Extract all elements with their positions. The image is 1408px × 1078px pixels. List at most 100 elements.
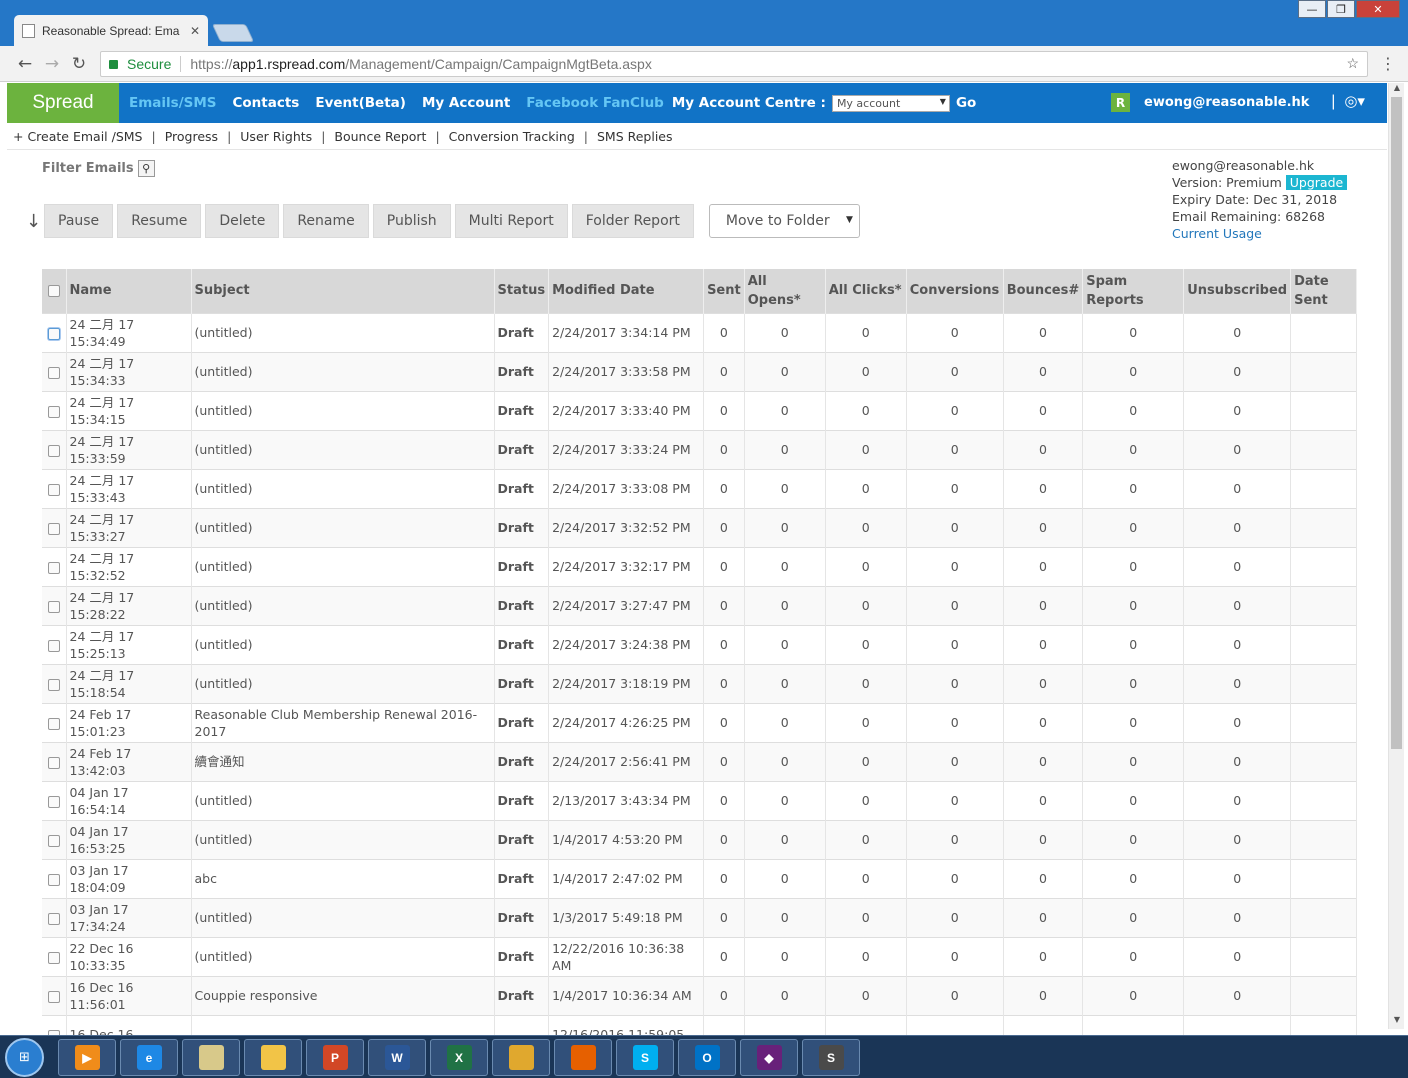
col-conversions[interactable]: Conversions <box>906 269 1004 313</box>
table-row[interactable]: 03 Jan 17 18:04:09 abc Draft 1/4/2017 2:47:0… <box>42 858 1358 898</box>
row-name[interactable]: 24 二月 17 15:33:27 <box>66 507 192 547</box>
table-row[interactable]: 24 二月 17 15:33:59 (untitled) Draft 2/24/2017… <box>42 429 1358 469</box>
row-checkbox[interactable] <box>48 366 60 379</box>
nav-my-account[interactable]: My Account <box>422 95 510 111</box>
nav-contacts[interactable]: Contacts <box>233 95 300 111</box>
minimize-icon[interactable]: — <box>1298 0 1326 18</box>
subnav-conversion-tracking[interactable]: Conversion Tracking <box>449 129 575 144</box>
close-window-icon[interactable]: ✕ <box>1356 0 1400 18</box>
row-checkbox[interactable] <box>48 795 60 808</box>
new-tab-button[interactable] <box>211 24 255 42</box>
select-all-checkbox[interactable] <box>48 284 60 297</box>
start-button-icon[interactable]: ⊞ <box>5 1038 44 1077</box>
subnav-progress[interactable]: Progress <box>165 129 218 144</box>
col-date-sent[interactable]: Date Sent <box>1290 269 1358 313</box>
row-name[interactable]: 24 二月 17 15:32:52 <box>66 546 192 586</box>
row-checkbox[interactable] <box>48 600 60 613</box>
current-usage-link[interactable]: Current Usage <box>1172 225 1347 242</box>
row-checkbox[interactable] <box>48 678 60 691</box>
table-row[interactable]: 24 二月 17 15:34:33 (untitled) Draft 2/24/2017… <box>42 351 1358 391</box>
row-checkbox[interactable] <box>48 717 60 730</box>
rename-button[interactable]: Rename <box>283 204 369 238</box>
col-unsubscribed[interactable]: Unsubscribed <box>1183 269 1292 313</box>
row-checkbox[interactable] <box>48 405 60 418</box>
subnav-sms-replies[interactable]: SMS Replies <box>597 129 673 144</box>
row-checkbox[interactable] <box>48 522 60 535</box>
row-checkbox[interactable] <box>48 990 60 1003</box>
filter-emails[interactable]: Filter Emails ⚲ <box>42 160 155 177</box>
subnav-create-email-sms[interactable]: + Create Email /SMS <box>13 129 142 144</box>
row-name[interactable]: 24 二月 17 15:34:33 <box>66 351 192 391</box>
row-name[interactable]: 24 二月 17 15:18:54 <box>66 663 192 703</box>
table-row[interactable]: 24 二月 17 15:18:54 (untitled) Draft 2/24/2017… <box>42 663 1358 703</box>
row-name[interactable]: 24 Feb 17 15:01:23 <box>66 702 192 742</box>
subnav-bounce-report[interactable]: Bounce Report <box>334 129 426 144</box>
browser-menu-icon[interactable]: ⋮ <box>1380 54 1396 73</box>
col-sent[interactable]: Sent <box>703 269 745 313</box>
nav-emails-sms[interactable]: Emails/SMS <box>129 95 217 111</box>
table-row[interactable]: 24 二月 17 15:34:15 (untitled) Draft 2/24/2017… <box>42 390 1358 430</box>
publish-button[interactable]: Publish <box>372 204 451 238</box>
taskbar-word-icon[interactable]: W <box>368 1039 426 1076</box>
col-bounces[interactable]: Bounces# <box>1003 269 1084 313</box>
taskbar-media-player-icon[interactable]: ▶ <box>58 1039 116 1076</box>
col-name[interactable]: Name <box>66 269 192 313</box>
taskbar-internet-explorer-icon[interactable]: e <box>120 1039 178 1076</box>
col-status[interactable]: Status <box>494 269 550 313</box>
scrollbar-thumb[interactable] <box>1391 97 1402 749</box>
table-row[interactable]: 24 二月 17 15:32:52 (untitled) Draft 2/24/2017… <box>42 546 1358 586</box>
table-row[interactable]: 24 Feb 17 13:42:03 續會通知 Draft 2/24/2017 2:56… <box>42 741 1358 781</box>
upgrade-button[interactable]: Upgrade <box>1285 175 1348 190</box>
taskbar-chrome-icon[interactable] <box>492 1039 550 1076</box>
row-name[interactable]: 24 二月 17 15:33:59 <box>66 429 192 469</box>
folder-report-button[interactable]: Folder Report <box>571 204 694 238</box>
col-spam-reports[interactable]: Spam Reports <box>1082 269 1185 313</box>
row-name[interactable]: 24 Feb 17 13:42:03 <box>66 741 192 781</box>
resume-button[interactable]: Resume <box>117 204 202 238</box>
account-select[interactable]: My account <box>831 94 950 112</box>
table-row[interactable]: 03 Jan 17 17:34:24 (untitled) Draft 1/3/2017… <box>42 897 1358 937</box>
user-menu[interactable]: R ewong@reasonable.hk <box>1111 93 1309 112</box>
taskbar-folder-icon[interactable] <box>244 1039 302 1076</box>
pause-button[interactable]: Pause <box>44 204 114 238</box>
row-name[interactable]: 24 二月 17 15:25:13 <box>66 624 192 664</box>
scroll-up-icon[interactable]: ▲ <box>1389 83 1405 97</box>
row-checkbox[interactable] <box>48 873 60 886</box>
delete-button[interactable]: Delete <box>205 204 280 238</box>
table-row[interactable]: 22 Dec 16 10:33:35 (untitled) Draft 12/22/20… <box>42 936 1358 976</box>
nav-facebook-fanclub[interactable]: Facebook FanClub <box>526 95 664 111</box>
browser-tab[interactable]: Reasonable Spread: Ema ✕ <box>14 15 208 46</box>
multi-report-button[interactable]: Multi Report <box>454 204 568 238</box>
taskbar-firefox-icon[interactable] <box>554 1039 612 1076</box>
table-row[interactable]: 04 Jan 17 16:53:25 (untitled) Draft 1/4/2017… <box>42 819 1358 859</box>
row-name[interactable]: 24 二月 17 15:34:15 <box>66 390 192 430</box>
scroll-down-icon[interactable]: ▼ <box>1389 1015 1405 1029</box>
row-checkbox[interactable] <box>48 834 60 847</box>
taskbar-visual-studio-icon[interactable]: ◆ <box>740 1039 798 1076</box>
row-name[interactable]: 16 Dec 16 11:56:01 <box>66 975 192 1015</box>
row-name[interactable]: 03 Jan 17 17:34:24 <box>66 897 192 937</box>
bookmark-star-icon[interactable]: ☆ <box>1346 55 1359 72</box>
table-row[interactable]: 24 二月 17 15:33:27 (untitled) Draft 2/24/2017… <box>42 507 1358 547</box>
globe-language-icon[interactable]: ❘ ◎▾ <box>1327 92 1365 110</box>
row-checkbox[interactable] <box>48 639 60 652</box>
back-icon[interactable]: ← <box>14 54 36 74</box>
row-checkbox[interactable] <box>48 444 60 457</box>
taskbar-outlook-icon[interactable]: O <box>678 1039 736 1076</box>
forward-icon[interactable]: → <box>41 54 63 74</box>
page-scrollbar[interactable]: ▲ ▼ <box>1388 83 1404 1029</box>
table-row[interactable]: 24 二月 17 15:34:49 (untitled) Draft 2/24/2017… <box>42 312 1358 352</box>
table-row[interactable]: 24 Feb 17 15:01:23 Reasonable Club Members… <box>42 702 1358 742</box>
col-all-opens[interactable]: All Opens* <box>744 269 826 313</box>
row-checkbox[interactable] <box>48 561 60 574</box>
row-name[interactable]: 04 Jan 17 16:54:14 <box>66 780 192 820</box>
tab-close-icon[interactable]: ✕ <box>190 24 200 38</box>
row-name[interactable]: 24 二月 17 15:34:49 <box>66 312 192 352</box>
address-bar[interactable]: Secure https://app1.rspread.com/Manageme… <box>100 51 1368 77</box>
row-checkbox[interactable] <box>48 483 60 496</box>
row-name[interactable]: 24 二月 17 15:28:22 <box>66 585 192 625</box>
row-name[interactable]: 04 Jan 17 16:53:25 <box>66 819 192 859</box>
table-row[interactable]: 04 Jan 17 16:54:14 (untitled) Draft 2/13/201… <box>42 780 1358 820</box>
taskbar-powerpoint-icon[interactable]: P <box>306 1039 364 1076</box>
nav-event-beta[interactable]: Event(Beta) <box>315 95 406 111</box>
